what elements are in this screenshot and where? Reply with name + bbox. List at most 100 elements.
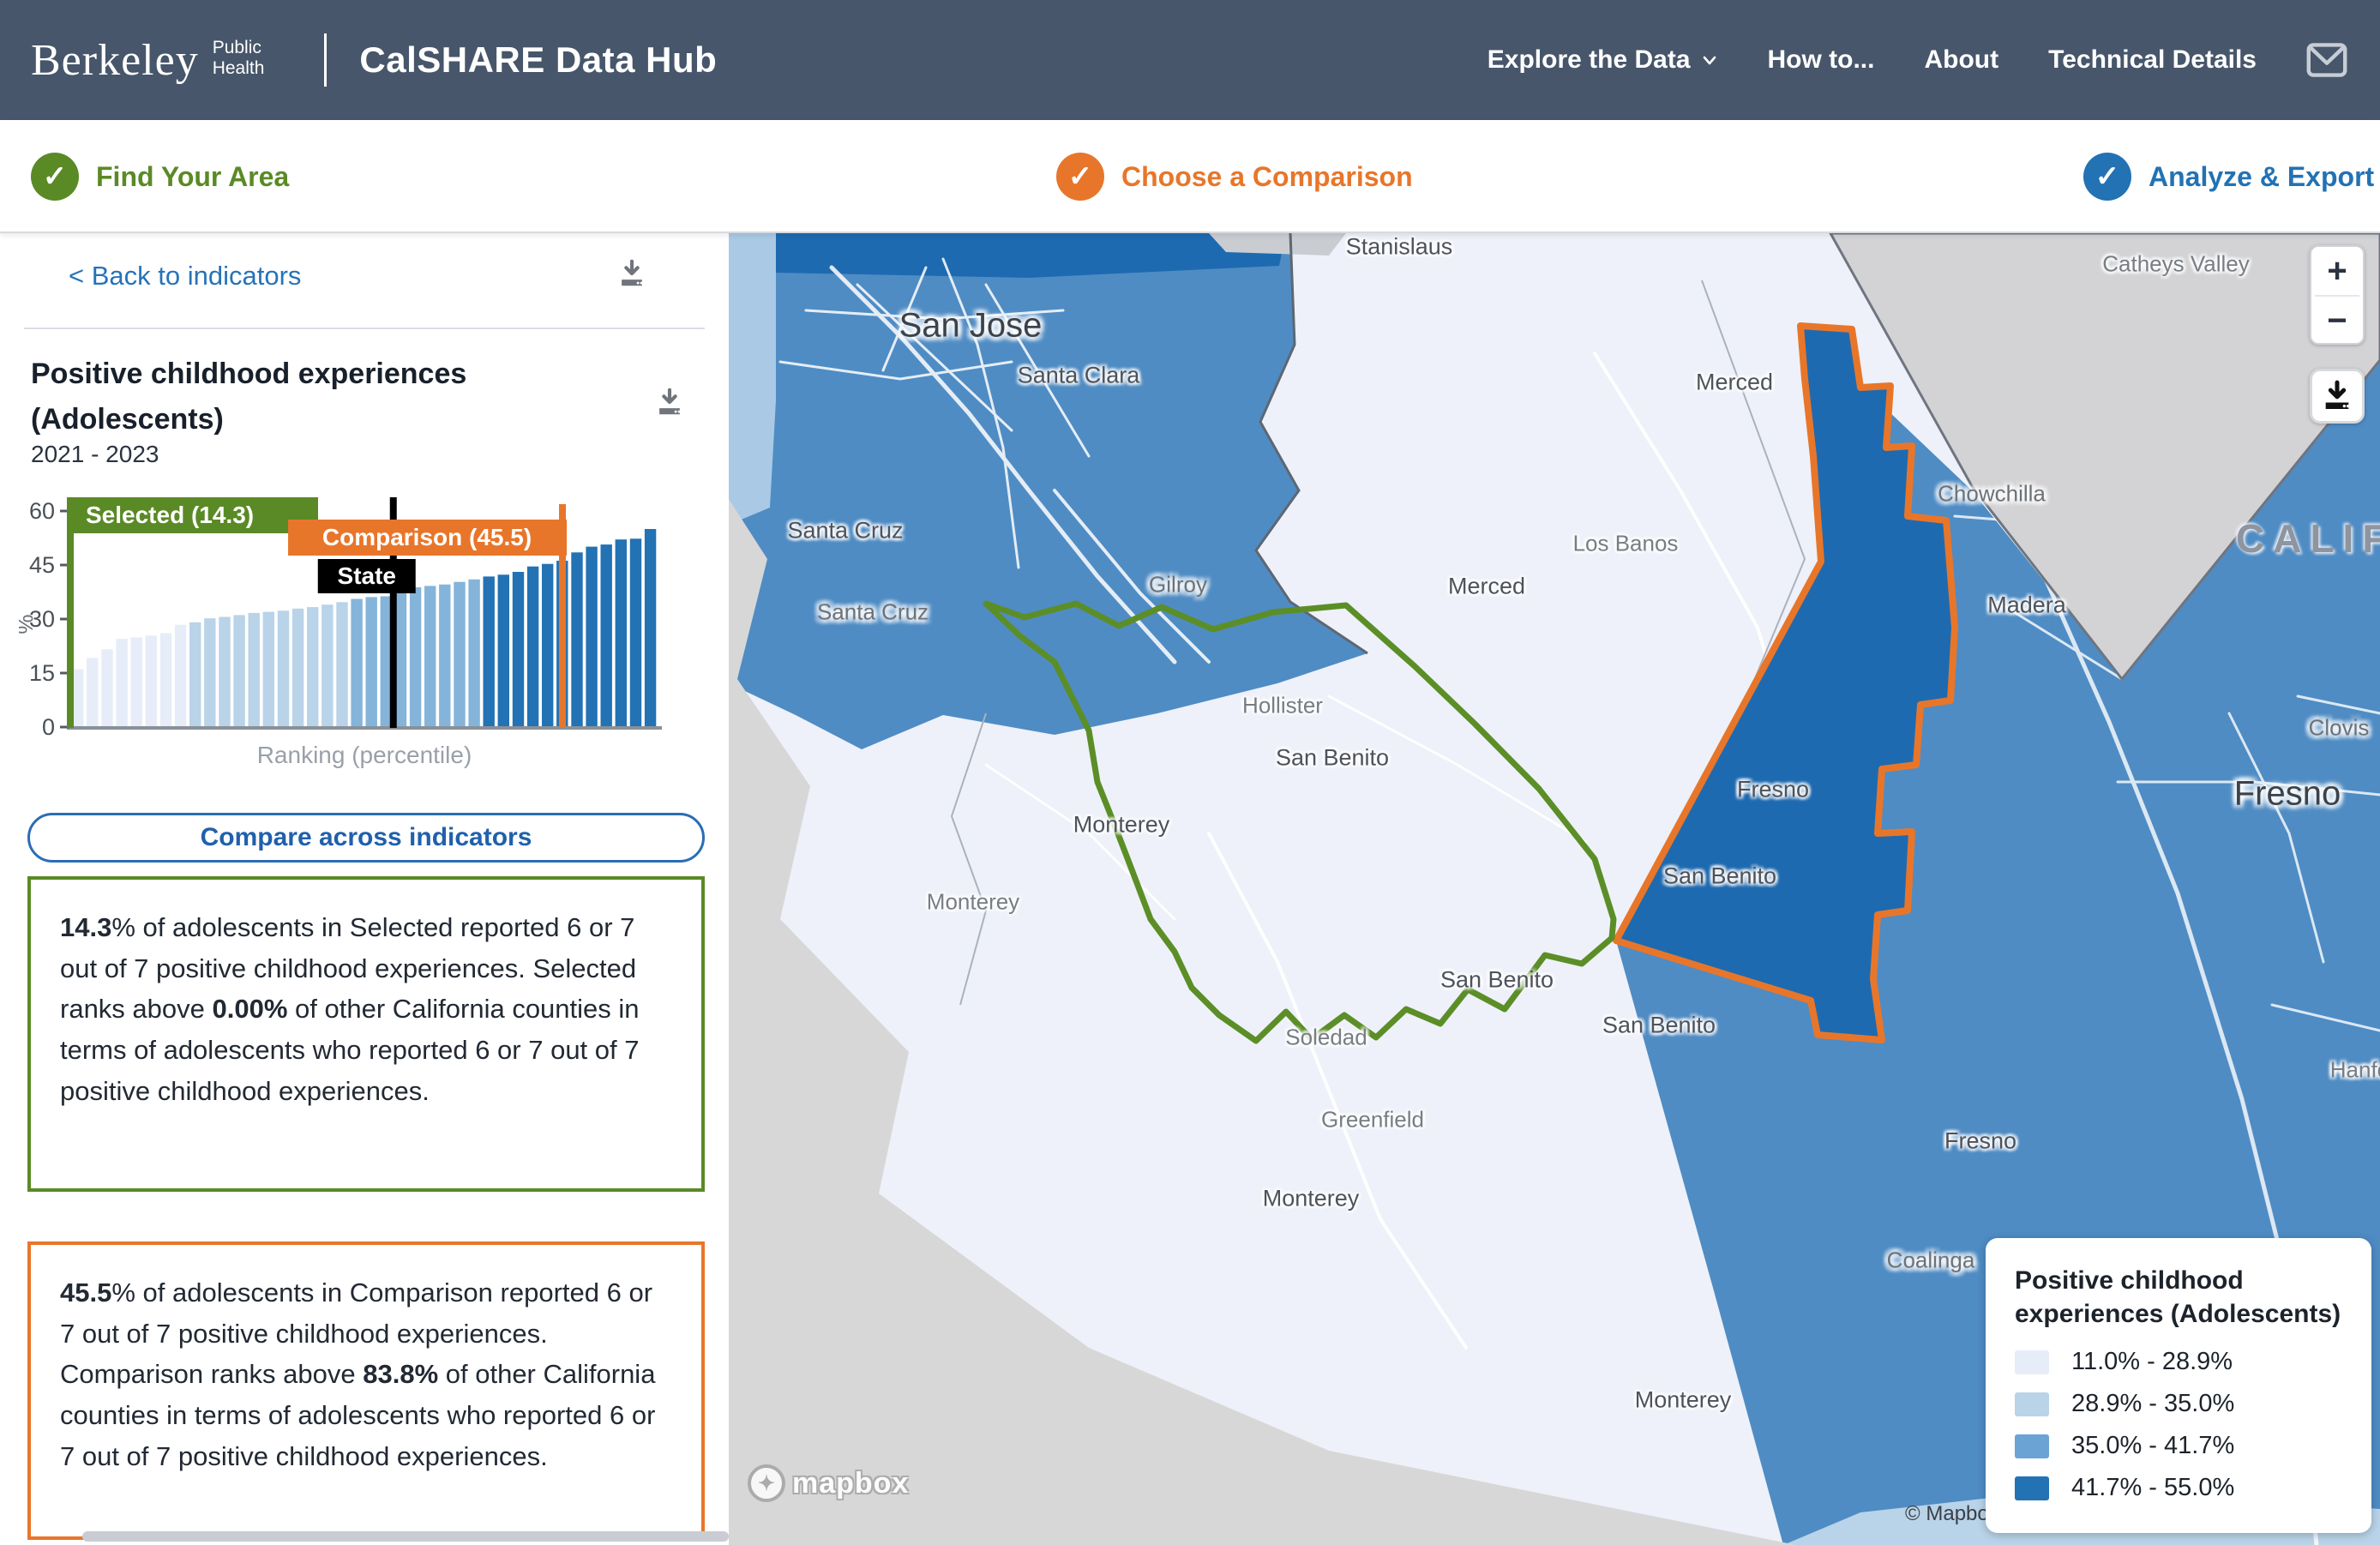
- ranking-bar[interactable]: [410, 587, 421, 727]
- ranking-bar[interactable]: [175, 625, 186, 727]
- ranking-bar[interactable]: [498, 574, 509, 727]
- check-icon: ✓: [1056, 153, 1104, 201]
- ranking-bar[interactable]: [292, 609, 304, 727]
- map-label-san-benito: San Benito: [1440, 967, 1554, 994]
- ranking-bar[interactable]: [278, 610, 289, 727]
- map-zoom-control: + −: [2310, 245, 2365, 345]
- legend-row: 41.7% - 55.0%: [2015, 1474, 2342, 1502]
- ranking-bar[interactable]: [307, 607, 318, 727]
- y-axis-label: %: [19, 614, 38, 634]
- comparison-label: Comparison (45.5): [322, 524, 532, 550]
- main-nav: Explore the Data How to... About Technical …: [1488, 0, 2347, 120]
- ranking-bar[interactable]: [219, 617, 230, 728]
- nav-item-technical-details[interactable]: Technical Details: [2048, 45, 2257, 75]
- ranking-bar[interactable]: [395, 592, 406, 727]
- mapbox-icon: ✦: [748, 1464, 785, 1502]
- map-label-santa-clara: Santa Clara: [1018, 363, 1140, 389]
- map-label-hollister: Hollister: [1242, 693, 1323, 719]
- ranking-bar[interactable]: [601, 544, 612, 727]
- ranking-bar[interactable]: [263, 612, 274, 727]
- map-label-gilroy: Gilroy: [1149, 572, 1207, 598]
- map-label-fresno: Fresno: [1944, 1128, 2016, 1155]
- ranking-bar[interactable]: [630, 538, 641, 727]
- state-label: State: [338, 562, 396, 589]
- ranking-bar[interactable]: [336, 602, 347, 727]
- ranking-bar[interactable]: [72, 669, 83, 727]
- ranking-bar[interactable]: [116, 639, 127, 727]
- check-icon: ✓: [31, 153, 79, 201]
- selected-summary-box: 14.3% of adolescents in Selected reporte…: [27, 876, 705, 1192]
- legend-range: 35.0% - 41.7%: [2071, 1432, 2234, 1460]
- map-label-chowchilla: Chowchilla: [1938, 481, 2046, 508]
- ranking-bar[interactable]: [322, 604, 333, 727]
- download-icon[interactable]: [616, 257, 648, 294]
- ranking-bar[interactable]: [439, 585, 450, 727]
- horizontal-scrollbar[interactable]: [82, 1531, 729, 1542]
- step-analyze-export[interactable]: ✓Analyze & Export: [2083, 120, 2374, 233]
- ranking-bar[interactable]: [87, 658, 98, 727]
- map-attribution[interactable]: © Mapbox: [1905, 1502, 1991, 1526]
- map-label-monterey: Monterey: [1635, 1387, 1732, 1414]
- ranking-bar[interactable]: [513, 572, 524, 727]
- ranking-bar[interactable]: [366, 597, 377, 727]
- berkeley-wordmark: Berkeley: [31, 35, 199, 86]
- mail-icon[interactable]: [2306, 41, 2347, 79]
- berkeley-logo[interactable]: Berkeley Public Health CalSHARE Data Hub: [31, 0, 717, 120]
- selected-label: Selected (14.3): [86, 502, 254, 528]
- map-label-merced: Merced: [1448, 574, 1525, 600]
- map-label-soledad: Soledad: [1285, 1025, 1367, 1051]
- app-header: Berkeley Public Health CalSHARE Data Hub…: [0, 0, 2380, 120]
- ranking-bar[interactable]: [160, 633, 171, 727]
- mapbox-logo[interactable]: ✦ mapbox: [748, 1464, 909, 1502]
- compare-across-indicators-button[interactable]: Compare across indicators: [27, 813, 705, 863]
- map-download-button[interactable]: [2310, 369, 2365, 424]
- ranking-bar[interactable]: [468, 580, 479, 727]
- ranking-bar[interactable]: [249, 613, 260, 727]
- public-health-wordmark: Public Health: [213, 38, 265, 78]
- back-row: < Back to indicators: [0, 233, 729, 328]
- map-label-san-benito: San Benito: [1602, 1013, 1716, 1039]
- step-choose-a-comparison[interactable]: ✓Choose a Comparison: [1056, 120, 1413, 233]
- ranking-bar[interactable]: [454, 582, 465, 727]
- ranking-bar[interactable]: [424, 586, 436, 727]
- ranking-bar[interactable]: [204, 618, 215, 727]
- indicator-sidebar: < Back to indicators Positive childhood …: [0, 233, 729, 1545]
- ranking-bar[interactable]: [645, 529, 656, 727]
- map-label-monterey: Monterey: [1073, 812, 1170, 839]
- ranking-bar[interactable]: [131, 637, 142, 727]
- indicator-title: Positive childhood experiences (Adolesce…: [31, 352, 597, 442]
- ranking-bar[interactable]: [189, 622, 201, 727]
- ranking-bar[interactable]: [101, 649, 112, 727]
- ranking-bar[interactable]: [484, 576, 495, 727]
- ranking-bar[interactable]: [616, 539, 627, 727]
- legend-range: 11.0% - 28.9%: [2071, 1348, 2233, 1376]
- ranking-bar[interactable]: [351, 599, 362, 728]
- nav-item-about[interactable]: About: [1924, 45, 1998, 75]
- map-label-catheys-valley: Catheys Valley: [2102, 251, 2250, 278]
- step-find-your-area[interactable]: ✓Find Your Area: [31, 120, 289, 233]
- map-label-madera: Madera: [1987, 592, 2066, 619]
- nav-item-explore-the-data[interactable]: Explore the Data: [1488, 45, 1718, 75]
- x-axis-label: Ranking (percentile): [257, 742, 472, 768]
- download-icon[interactable]: [653, 386, 686, 423]
- zoom-out-button[interactable]: −: [2311, 297, 2363, 345]
- legend-swatch: [2015, 1350, 2049, 1374]
- ranking-bar[interactable]: [146, 635, 157, 727]
- nav-item-how-to[interactable]: How to...: [1768, 45, 1875, 75]
- ranking-bar[interactable]: [586, 547, 597, 727]
- ranking-bar[interactable]: [233, 615, 244, 727]
- app-title: CalSHARE Data Hub: [359, 39, 717, 81]
- map-label-monterey: Monterey: [1263, 1186, 1360, 1212]
- map-label-fresno: Fresno: [1737, 777, 1809, 803]
- ranking-bar[interactable]: [542, 564, 553, 727]
- zoom-in-button[interactable]: +: [2311, 247, 2363, 295]
- divider: [24, 328, 705, 329]
- back-to-indicators-link[interactable]: < Back to indicators: [69, 261, 301, 292]
- choropleth-map[interactable]: StanislausSan JoseSanta ClaraMercedCathe…: [729, 233, 2380, 1545]
- legend-swatch: [2015, 1392, 2049, 1416]
- map-label-san-benito: San Benito: [1276, 745, 1389, 772]
- ranking-bar[interactable]: [527, 567, 538, 727]
- y-tick-label: 15: [29, 660, 55, 686]
- comparison-summary-box: 45.5% of adolescents in Comparison repor…: [27, 1241, 705, 1540]
- ranking-bar[interactable]: [571, 552, 582, 727]
